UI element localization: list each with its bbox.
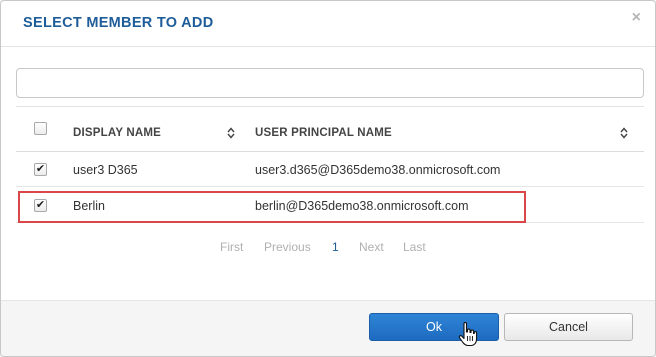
search-input[interactable]	[16, 68, 644, 98]
display-name-cell: Berlin	[73, 199, 105, 213]
select-member-dialog: SELECT MEMBER TO ADD × DISPLAY NAME USER…	[0, 0, 656, 357]
pager-current-page[interactable]: 1	[332, 240, 339, 254]
table-row[interactable]: ✔ Berlin berlin@D365demo38.onmicrosoft.c…	[16, 188, 644, 223]
cancel-button[interactable]: Cancel	[504, 313, 633, 341]
pager-first[interactable]: First	[220, 240, 243, 254]
upn-cell: berlin@D365demo38.onmicrosoft.com	[255, 199, 469, 213]
table-header-row: DISPLAY NAME USER PRINCIPAL NAME	[16, 115, 644, 152]
column-header-display-name[interactable]: DISPLAY NAME	[73, 127, 161, 139]
ok-button[interactable]: Ok	[369, 313, 499, 341]
display-name-cell: user3 D365	[73, 163, 138, 177]
pagination: First Previous 1 Next Last	[1, 240, 655, 256]
pager-last[interactable]: Last	[403, 240, 426, 254]
table-row[interactable]: ✔ user3 D365 user3.d365@D365demo38.onmic…	[16, 152, 644, 187]
upn-cell: user3.d365@D365demo38.onmicrosoft.com	[255, 163, 501, 177]
dialog-footer: Ok Cancel	[1, 300, 655, 356]
close-icon[interactable]: ×	[632, 10, 641, 26]
row-checkbox[interactable]: ✔	[34, 199, 47, 212]
sort-icon[interactable]	[620, 127, 628, 139]
select-all-checkbox[interactable]	[34, 122, 47, 135]
grid-divider	[16, 106, 644, 107]
dialog-title: SELECT MEMBER TO ADD	[23, 15, 214, 31]
column-header-upn[interactable]: USER PRINCIPAL NAME	[255, 127, 392, 139]
pager-previous[interactable]: Previous	[264, 240, 311, 254]
row-checkbox[interactable]: ✔	[34, 163, 47, 176]
sort-icon[interactable]	[227, 127, 235, 139]
pager-next[interactable]: Next	[359, 240, 384, 254]
dialog-header: SELECT MEMBER TO ADD ×	[1, 1, 655, 47]
